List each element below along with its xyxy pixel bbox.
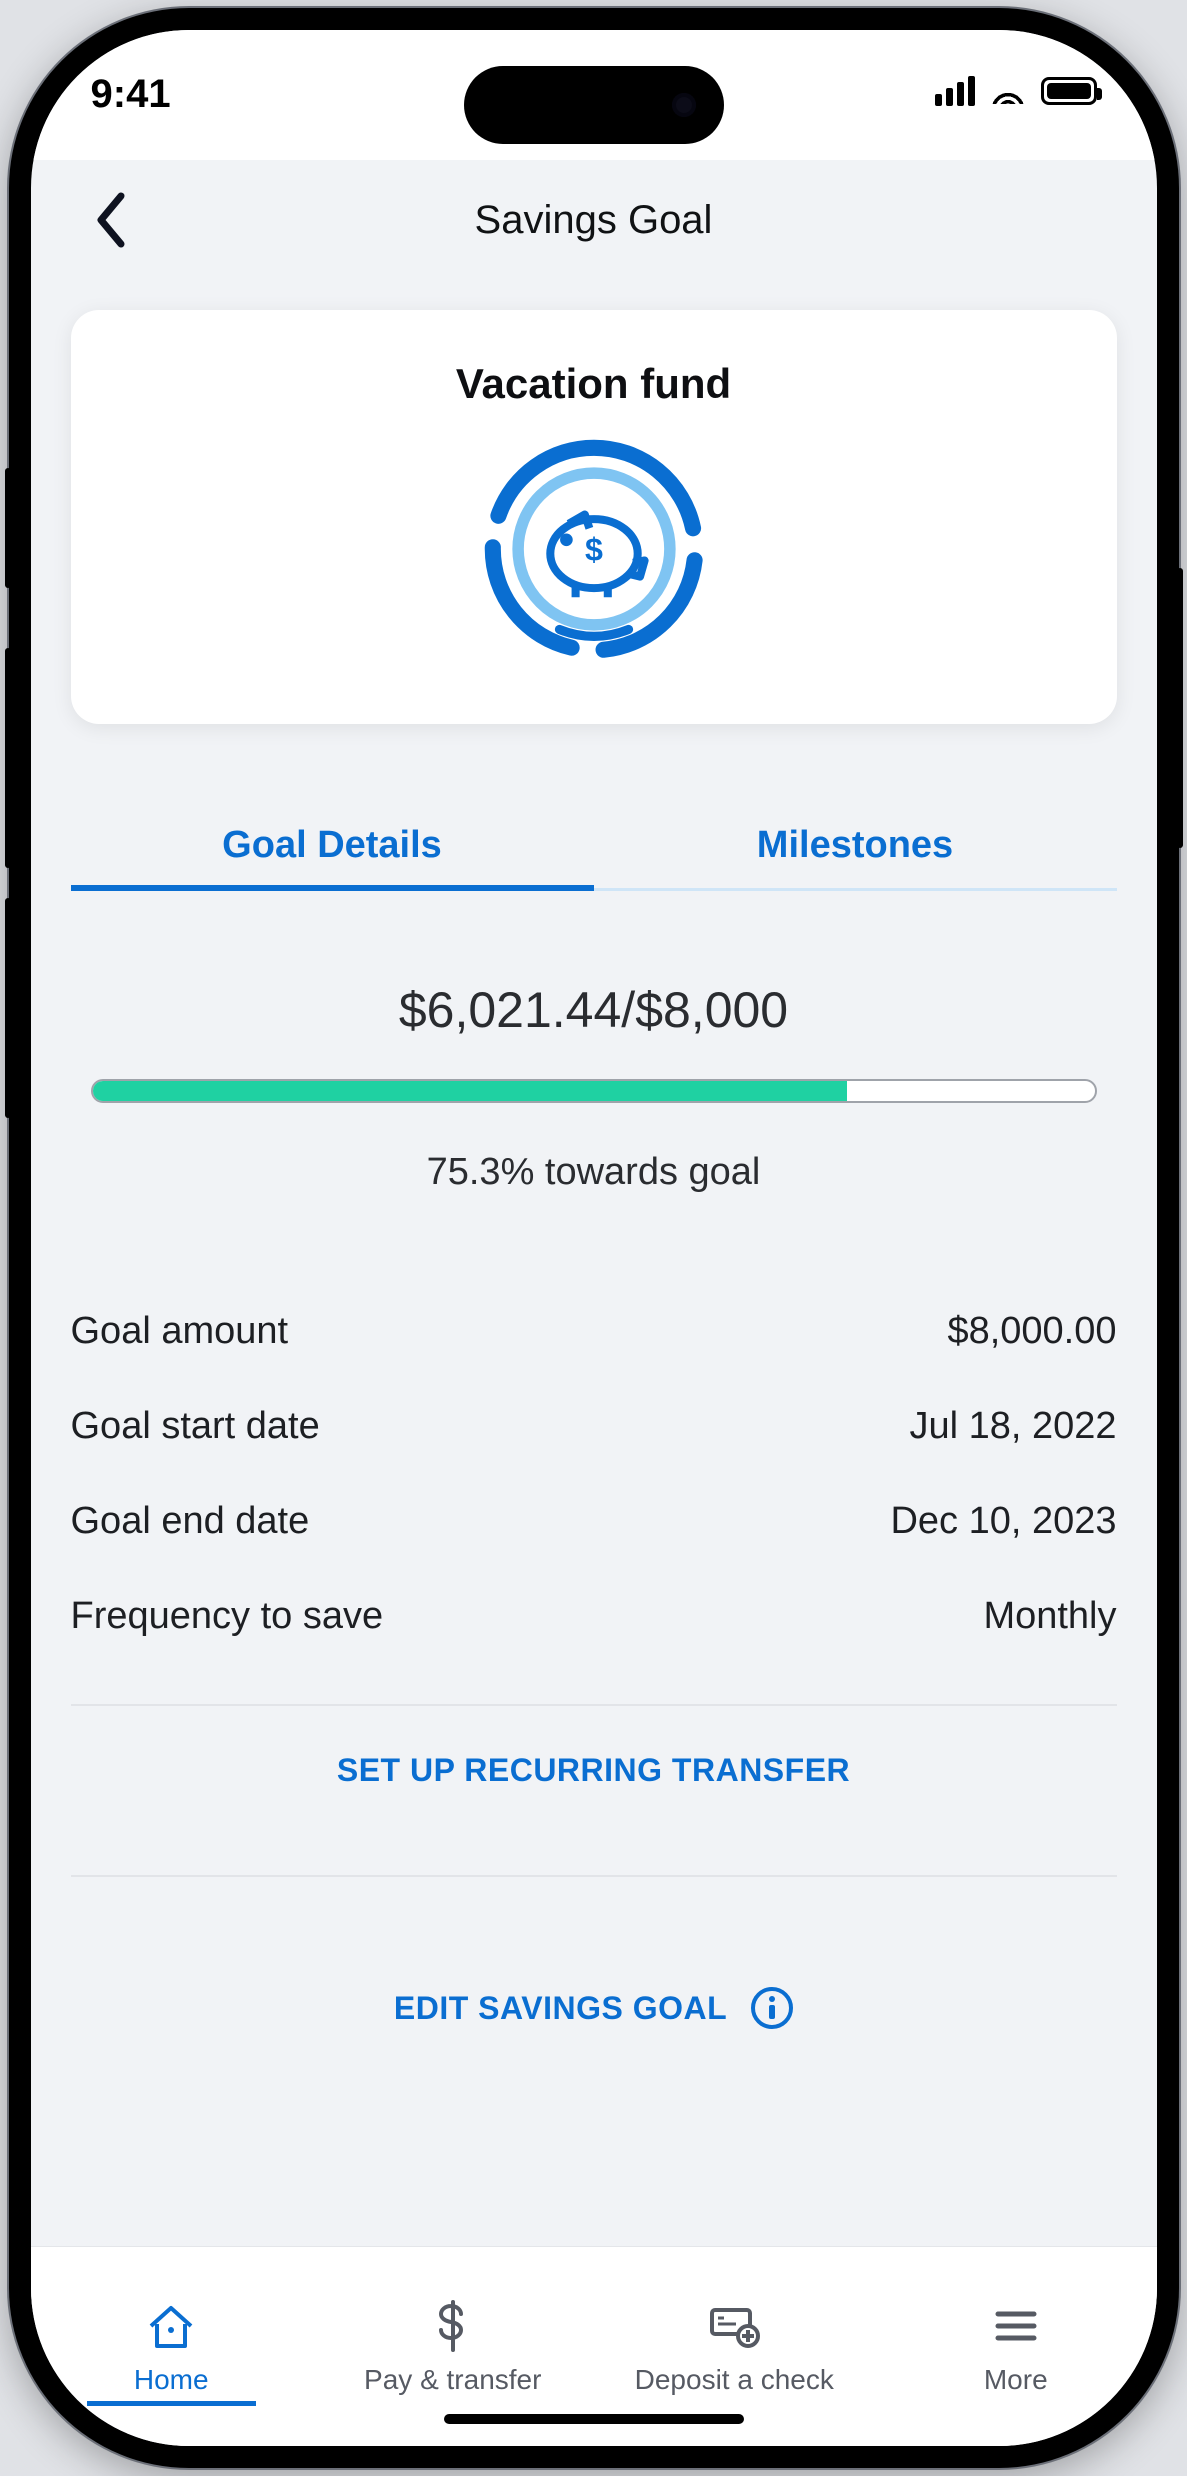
nav-pay-label: Pay & transfer [364,2364,541,2396]
check-deposit-icon [706,2298,762,2354]
setup-recurring-transfer-button[interactable]: SET UP RECURRING TRANSFER [31,1706,1157,1835]
detail-value: Jul 18, 2022 [909,1405,1116,1448]
status-time: 9:41 [91,72,171,117]
menu-icon [988,2298,1044,2354]
savings-progress-graphic: $ [479,434,709,664]
navigation-bar: Savings Goal [31,160,1157,280]
goal-name: Vacation fund [456,360,731,408]
home-icon [143,2298,199,2354]
detail-row: Goal start date Jul 18, 2022 [71,1379,1117,1474]
detail-tabs: Goal Details Milestones [71,824,1117,891]
detail-label: Goal end date [71,1500,310,1543]
battery-icon [1041,77,1097,105]
nav-more-label: More [984,2364,1048,2396]
goal-details-list: Goal amount $8,000.00 Goal start date Jul 1… [71,1284,1117,1664]
edit-savings-goal-button[interactable]: EDIT SAVINGS GOAL [394,1990,727,2027]
nav-deposit-label: Deposit a check [635,2364,834,2396]
tab-milestones[interactable]: Milestones [594,824,1117,891]
detail-label: Goal start date [71,1405,320,1448]
nav-home-label: Home [134,2364,209,2396]
home-indicator[interactable] [444,2414,744,2424]
detail-row: Goal amount $8,000.00 [71,1284,1117,1379]
nav-more[interactable]: More [875,2247,1157,2446]
info-icon[interactable] [751,1987,793,2029]
divider [71,1875,1117,1877]
dynamic-island [464,66,724,144]
wifi-icon [991,78,1025,104]
detail-value: Monthly [983,1595,1116,1638]
svg-text:$: $ [585,532,603,568]
tab-goal-details[interactable]: Goal Details [71,824,594,891]
progress-percent-text: 75.3% towards goal [91,1151,1097,1194]
back-button[interactable] [91,190,131,250]
page-title: Savings Goal [475,198,713,243]
progress-amount: $6,021.44/$8,000 [91,981,1097,1039]
progress-bar [91,1079,1097,1103]
detail-row: Frequency to save Monthly [71,1569,1117,1664]
cellular-icon [935,76,975,106]
detail-label: Frequency to save [71,1595,384,1638]
goal-card: Vacation fund $ [71,310,1117,724]
detail-value: $8,000.00 [947,1310,1116,1353]
detail-value: Dec 10, 2023 [890,1500,1116,1543]
detail-row: Goal end date Dec 10, 2023 [71,1474,1117,1569]
nav-home[interactable]: Home [31,2247,313,2446]
detail-label: Goal amount [71,1310,289,1353]
dollar-icon [425,2298,481,2354]
